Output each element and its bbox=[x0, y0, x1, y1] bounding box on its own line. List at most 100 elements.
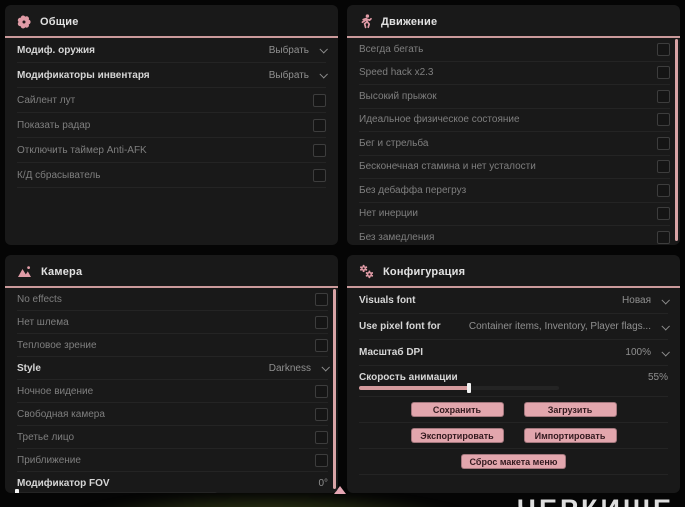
row-no-helmet: Нет шлема bbox=[17, 311, 328, 334]
row-label: Масштаб DPI bbox=[359, 347, 423, 358]
panel-movement-header: Движение bbox=[347, 5, 680, 36]
fov-slider[interactable] bbox=[15, 488, 217, 493]
style-dropdown[interactable]: Darkness bbox=[269, 363, 330, 374]
game-background-glow bbox=[60, 491, 480, 507]
speed-hack-checkbox[interactable] bbox=[657, 66, 670, 80]
free-camera-checkbox[interactable] bbox=[315, 407, 328, 421]
row-label: Скорость анимации bbox=[359, 372, 458, 383]
row-label: Сайлент лут bbox=[17, 94, 76, 106]
chevron-down-icon bbox=[321, 363, 330, 372]
panel-camera-header: Камера bbox=[5, 255, 338, 286]
movement-scrollbar[interactable] bbox=[675, 39, 678, 241]
gears-icon bbox=[359, 264, 374, 279]
row-dpi-scale: Масштаб DPI 100% bbox=[359, 340, 670, 366]
row-label: Visuals font bbox=[359, 295, 416, 306]
row-label: Свободная камера bbox=[17, 408, 105, 420]
row-no-inertia: Нет инерции bbox=[359, 203, 670, 226]
dropdown-value: Container items, Inventory, Player flags… bbox=[468, 321, 651, 332]
camera-scrollbar[interactable] bbox=[333, 289, 336, 489]
dropdown-value: Новая bbox=[622, 295, 651, 306]
no-overload-debuff-checkbox[interactable] bbox=[657, 183, 670, 197]
slider-handle[interactable] bbox=[467, 383, 471, 393]
high-jump-checkbox[interactable] bbox=[657, 89, 670, 103]
row-label: Модификатор FOV bbox=[17, 477, 110, 489]
inventory-mods-dropdown[interactable]: Выбрать bbox=[269, 70, 328, 81]
row-label: Всегда бегать bbox=[359, 43, 424, 55]
row-label: Идеальное физическое состояние bbox=[359, 114, 520, 126]
save-button[interactable]: Сохранить bbox=[410, 402, 504, 417]
no-inertia-checkbox[interactable] bbox=[657, 207, 670, 221]
row-animation-speed: Скорость анимации 55% bbox=[359, 366, 668, 397]
row-pixel-font: Use pixel font for Container items, Inve… bbox=[359, 314, 670, 340]
row-perfect-condition: Идеальное физическое состояние bbox=[359, 109, 670, 132]
perfect-condition-checkbox[interactable] bbox=[657, 113, 670, 127]
slider-fill bbox=[359, 383, 471, 393]
row-label: No effects bbox=[17, 293, 62, 305]
load-button[interactable]: Загрузить bbox=[523, 402, 617, 417]
row-style: Style Darkness bbox=[17, 357, 330, 380]
row-speed-hack: Speed hack x2.3 bbox=[359, 62, 670, 85]
reset-layout-button[interactable]: Сброс макета меню bbox=[460, 454, 567, 469]
anti-afk-checkbox[interactable] bbox=[313, 143, 326, 157]
panel-config: Конфигурация Visuals font Новая Use pixe… bbox=[347, 255, 680, 493]
always-run-checkbox[interactable] bbox=[657, 42, 670, 56]
no-effects-checkbox[interactable] bbox=[315, 292, 328, 306]
visuals-font-dropdown[interactable]: Новая bbox=[622, 295, 670, 306]
run-and-shoot-checkbox[interactable] bbox=[657, 136, 670, 150]
show-radar-checkbox[interactable] bbox=[313, 118, 326, 132]
animation-speed-slider[interactable] bbox=[359, 383, 559, 393]
row-run-and-shoot: Бег и стрельба bbox=[359, 132, 670, 156]
row-cooldown-reset: К/Д сбрасыватель bbox=[17, 163, 326, 188]
runner-icon bbox=[359, 14, 372, 29]
row-label: Без дебаффа перегруз bbox=[359, 184, 467, 196]
row-label: Третье лицо bbox=[17, 431, 75, 443]
chevron-down-icon bbox=[661, 321, 670, 331]
row-night-vision: Ночное видение bbox=[17, 380, 328, 403]
zoom-checkbox[interactable] bbox=[315, 453, 328, 467]
row-infinite-stamina: Бесконечная стамина и нет усталости bbox=[359, 156, 670, 179]
import-button[interactable]: Импортировать bbox=[523, 428, 617, 443]
panel-title: Конфигурация bbox=[383, 265, 466, 278]
row-no-slowdown: Без замедления bbox=[359, 226, 670, 245]
row-always-run: Всегда бегать bbox=[359, 38, 670, 62]
weapon-mod-dropdown[interactable]: Выбрать bbox=[268, 44, 328, 56]
dropdown-value: Выбрать bbox=[268, 44, 309, 56]
night-vision-checkbox[interactable] bbox=[315, 384, 328, 398]
row-label: Высокий прыжок bbox=[359, 90, 437, 102]
chevron-down-icon bbox=[661, 295, 670, 305]
slider-handle[interactable] bbox=[15, 488, 19, 493]
no-slowdown-checkbox[interactable] bbox=[657, 230, 670, 244]
row-label: Тепловое зрение bbox=[17, 339, 97, 351]
flower-icon bbox=[17, 15, 31, 29]
row-free-camera: Свободная камера bbox=[17, 403, 328, 426]
silent-loot-checkbox[interactable] bbox=[313, 93, 326, 107]
button-row-reset: Сброс макета меню bbox=[359, 449, 668, 475]
row-show-radar: Показать радар bbox=[17, 113, 326, 138]
panel-title: Общие bbox=[40, 15, 79, 28]
export-button[interactable]: Экспортировать bbox=[410, 428, 504, 443]
row-label: Показать радар bbox=[17, 119, 91, 131]
row-no-effects: No effects bbox=[17, 288, 328, 311]
row-thermal-vision: Тепловое зрение bbox=[17, 334, 328, 357]
thermal-vision-checkbox[interactable] bbox=[315, 338, 328, 352]
button-row-export-import: Экспортировать Импортировать bbox=[359, 423, 668, 449]
row-label: Нет инерции bbox=[359, 208, 418, 220]
third-person-checkbox[interactable] bbox=[315, 430, 328, 444]
dpi-scale-dropdown[interactable]: 100% bbox=[625, 347, 670, 358]
no-helmet-checkbox[interactable] bbox=[315, 315, 328, 329]
row-fov-modifier: Модификатор FOV 0° bbox=[15, 472, 328, 493]
animation-speed-value: 55% bbox=[647, 372, 668, 383]
pixel-font-dropdown[interactable]: Container items, Inventory, Player flags… bbox=[468, 321, 670, 332]
row-label: Бесконечная стамина и нет усталости bbox=[359, 161, 536, 173]
row-label: Speed hack x2.3 bbox=[359, 67, 434, 79]
infinite-stamina-checkbox[interactable] bbox=[657, 160, 670, 174]
button-row-save-load: Сохранить Загрузить bbox=[359, 397, 668, 423]
row-silent-loot: Сайлент лут bbox=[17, 88, 326, 113]
cooldown-reset-checkbox[interactable] bbox=[313, 168, 326, 182]
panel-general: Общие Модиф. оружия Выбрать Модификаторы… bbox=[5, 5, 338, 245]
row-label: Приближение bbox=[17, 454, 81, 466]
fov-value: 0° bbox=[318, 477, 328, 489]
dropdown-value: 100% bbox=[625, 347, 651, 358]
row-inventory-mods: Модификаторы инвентаря Выбрать bbox=[17, 63, 328, 88]
row-anti-afk: Отключить таймер Anti-AFK bbox=[17, 138, 326, 163]
